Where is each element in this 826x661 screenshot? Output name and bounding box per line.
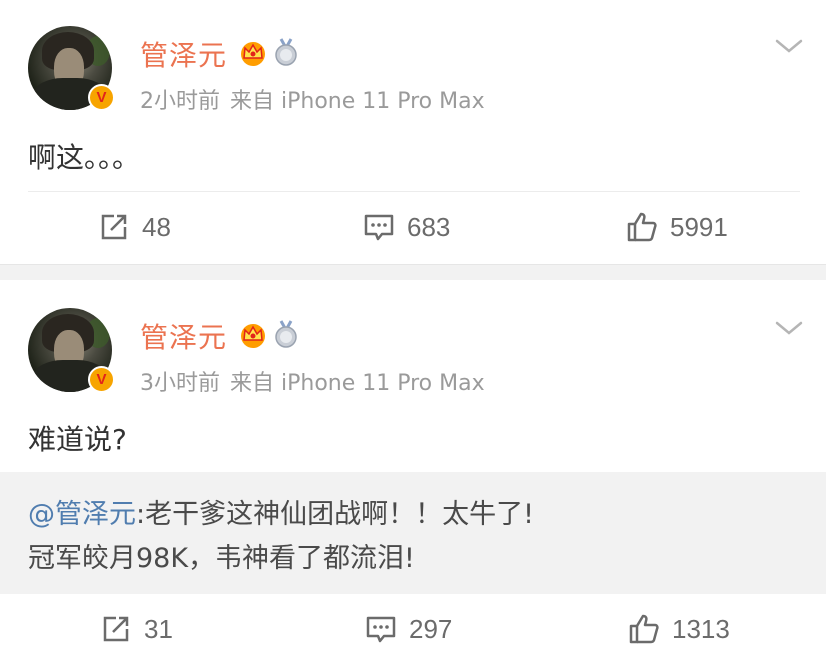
like-icon bbox=[627, 212, 657, 242]
post-meta: 2小时前 来自 iPhone 11 Pro Max bbox=[140, 83, 485, 115]
username[interactable]: 管泽元 bbox=[140, 34, 227, 74]
like-count: 1313 bbox=[672, 613, 730, 644]
username[interactable]: 管泽元 bbox=[140, 316, 227, 356]
quote-text: :老干爹这神仙团战啊！！太牛了! bbox=[136, 499, 534, 530]
post-time: 3小时前 bbox=[140, 371, 220, 396]
like-button[interactable]: 5991 bbox=[626, 202, 728, 252]
like-button[interactable]: 1313 bbox=[628, 604, 730, 654]
repost-button[interactable]: 31 bbox=[100, 604, 173, 654]
repost-count: 31 bbox=[144, 613, 173, 644]
quote-line-2: 冠军皎月98K，韦神看了都流泪! bbox=[28, 543, 415, 574]
repost-button[interactable]: 48 bbox=[98, 202, 171, 252]
action-bar: 48 683 5991 bbox=[0, 202, 826, 252]
post-source: 来自 iPhone 11 Pro Max bbox=[230, 89, 485, 114]
chevron-down-icon[interactable] bbox=[774, 318, 804, 338]
post-meta: 3小时前 来自 iPhone 11 Pro Max bbox=[140, 365, 485, 397]
medal-icon bbox=[275, 38, 297, 66]
quoted-post[interactable]: @管泽元:老干爹这神仙团战啊！！太牛了! 冠军皎月98K，韦神看了都流泪! bbox=[0, 472, 826, 594]
post-text: 啊这。。。 bbox=[28, 141, 141, 174]
medal-icon bbox=[275, 320, 297, 348]
post-text: 难道说? bbox=[28, 423, 127, 456]
comment-button[interactable]: 683 bbox=[363, 202, 450, 252]
like-icon bbox=[629, 614, 659, 644]
action-bar: 31 297 1313 bbox=[0, 604, 826, 654]
repost-icon bbox=[103, 616, 129, 642]
crown-icon bbox=[241, 42, 265, 66]
mention-link[interactable]: @管泽元 bbox=[28, 499, 136, 530]
divider bbox=[28, 191, 800, 192]
comment-count: 683 bbox=[407, 211, 451, 242]
post-separator bbox=[0, 264, 826, 280]
weibo-post: V 管泽元 2小时前来自 iPhone 11 Pro Max 啊这。。。 48 bbox=[0, 0, 826, 264]
crown-icon bbox=[241, 324, 265, 348]
like-count: 5991 bbox=[670, 211, 728, 242]
comment-button[interactable]: 297 bbox=[365, 604, 452, 654]
verified-badge: V bbox=[88, 84, 115, 111]
repost-icon bbox=[101, 214, 127, 240]
post-time: 2小时前 bbox=[140, 89, 220, 114]
comment-count: 297 bbox=[409, 613, 453, 644]
chevron-down-icon[interactable] bbox=[774, 36, 804, 56]
post-source: 来自 iPhone 11 Pro Max bbox=[230, 371, 485, 396]
comment-icon bbox=[364, 214, 394, 241]
repost-count: 48 bbox=[142, 211, 171, 242]
verified-badge: V bbox=[88, 366, 115, 393]
weibo-post: V 管泽元 3小时前 来自 iPhone 11 Pro Max 难道说? @管泽元… bbox=[0, 280, 826, 661]
comment-icon bbox=[366, 616, 396, 643]
quote-line-1: @管泽元:老干爹这神仙团战啊！！太牛了! bbox=[28, 492, 534, 531]
